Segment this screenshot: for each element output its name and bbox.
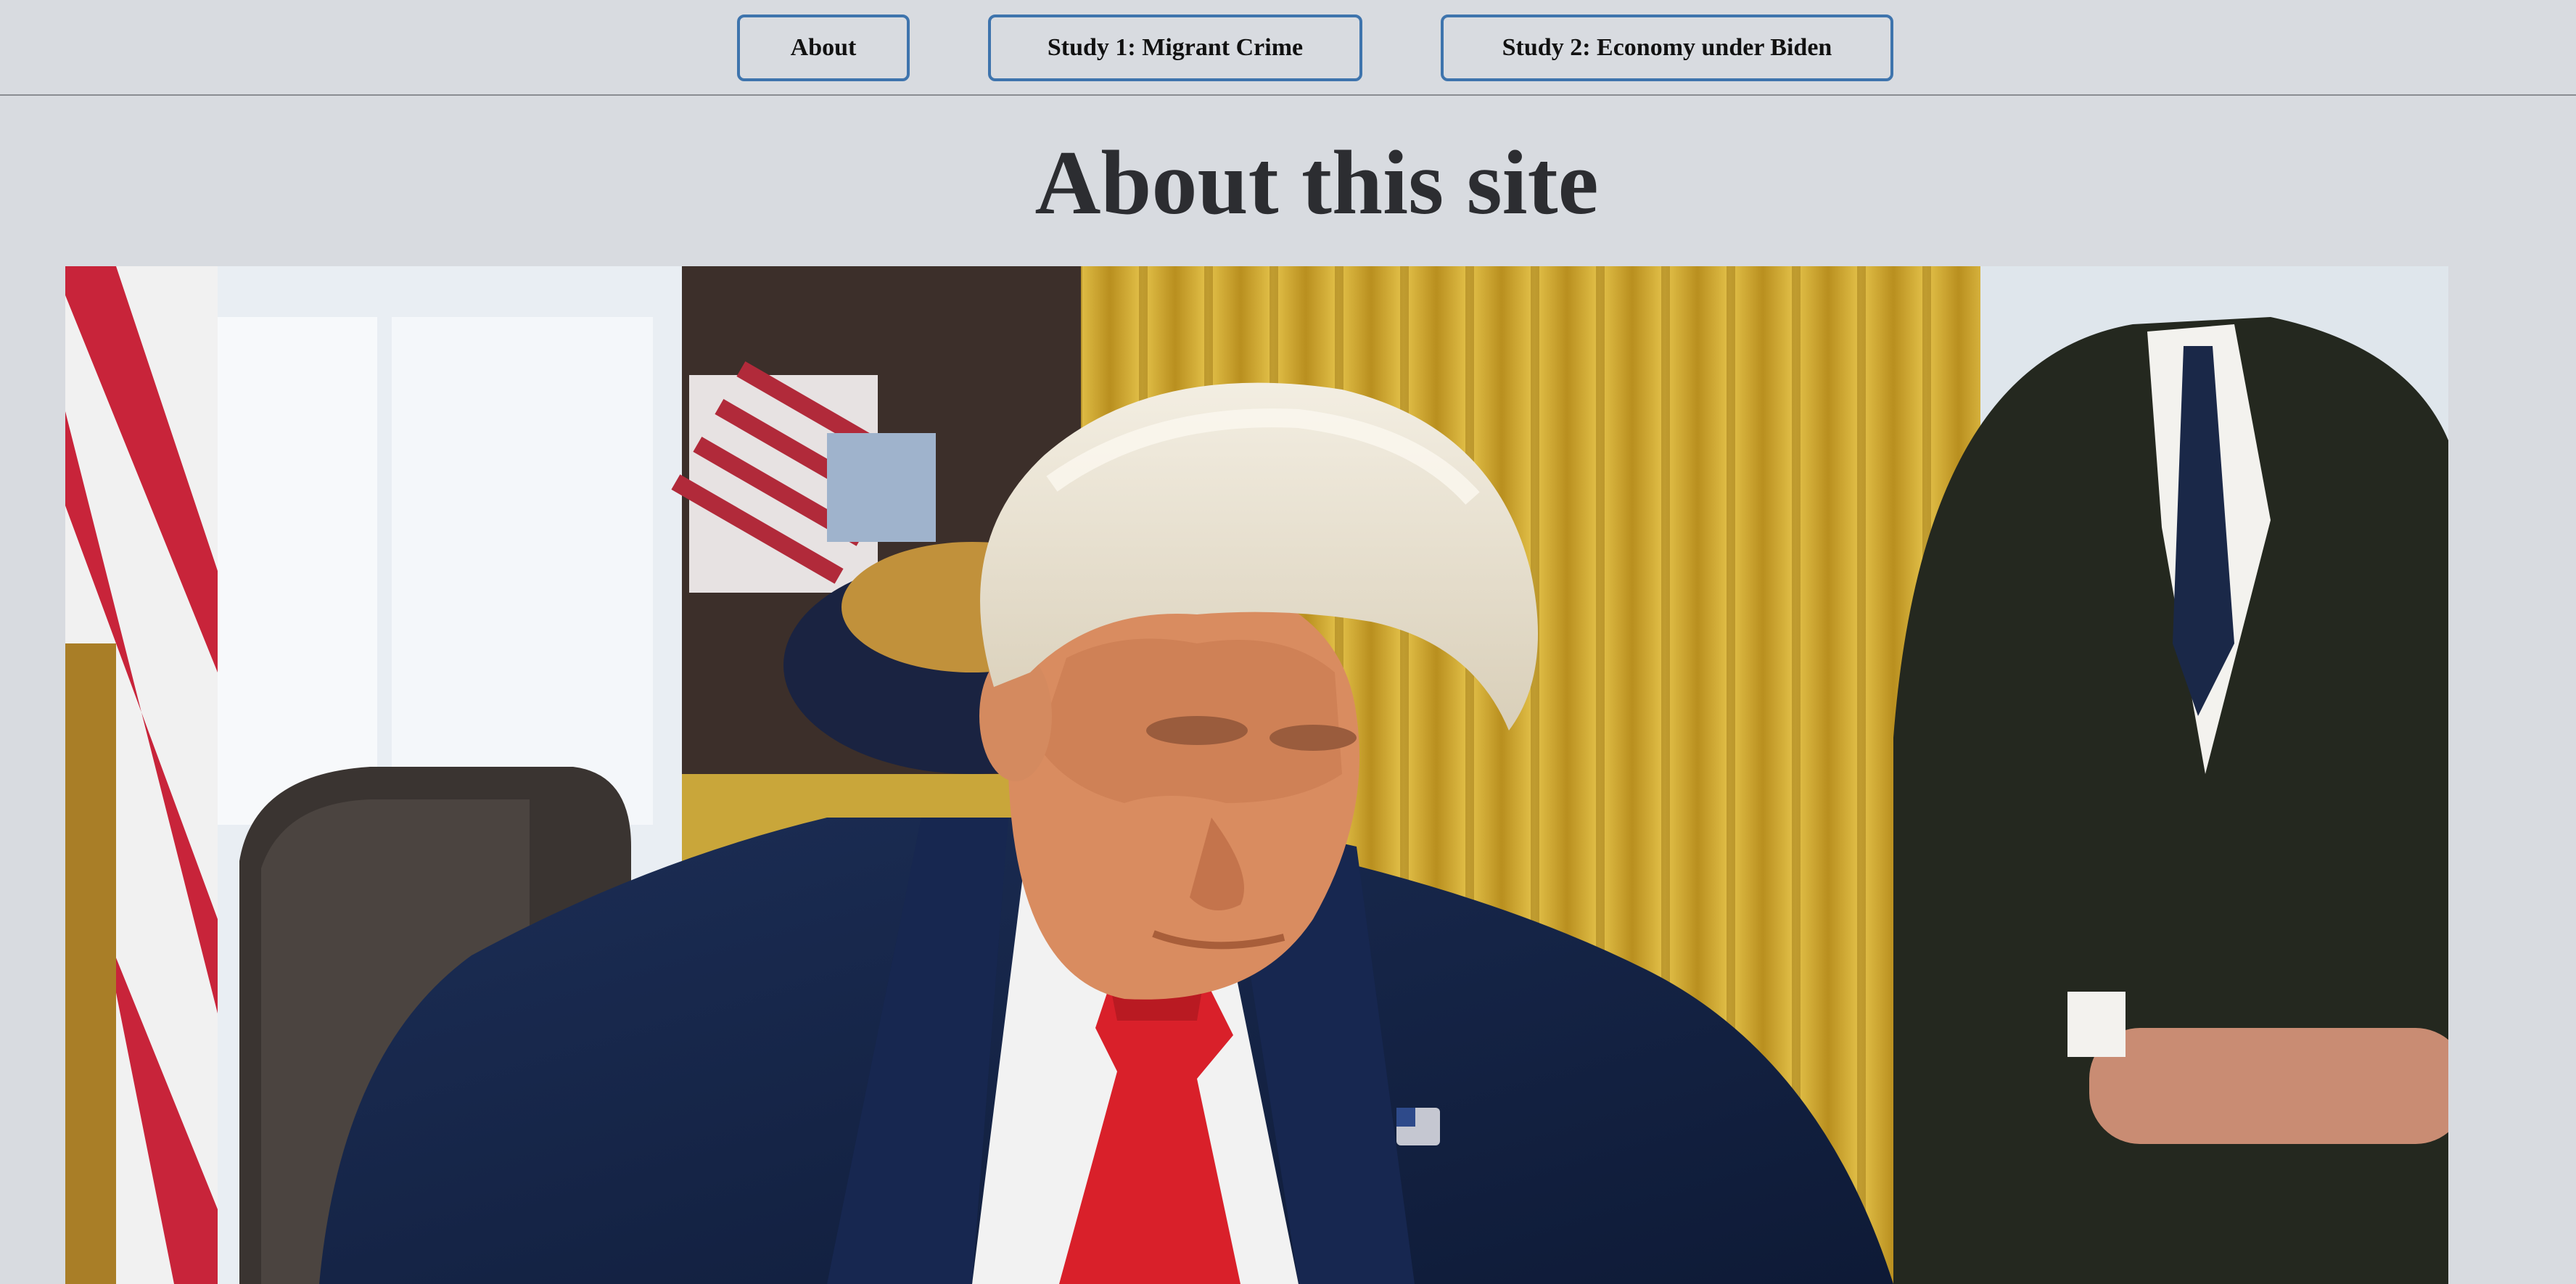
top-navbar: About Study 1: Migrant Crime Study 2: Ec… [0, 0, 2576, 96]
nav-about-button[interactable]: About [737, 15, 910, 81]
nav-study-2-button[interactable]: Study 2: Economy under Biden [1441, 15, 1893, 81]
nav-study-1-button[interactable]: Study 1: Migrant Crime [988, 15, 1362, 81]
page-title: About this site [1034, 133, 1599, 234]
hero-photo [65, 266, 2448, 1284]
